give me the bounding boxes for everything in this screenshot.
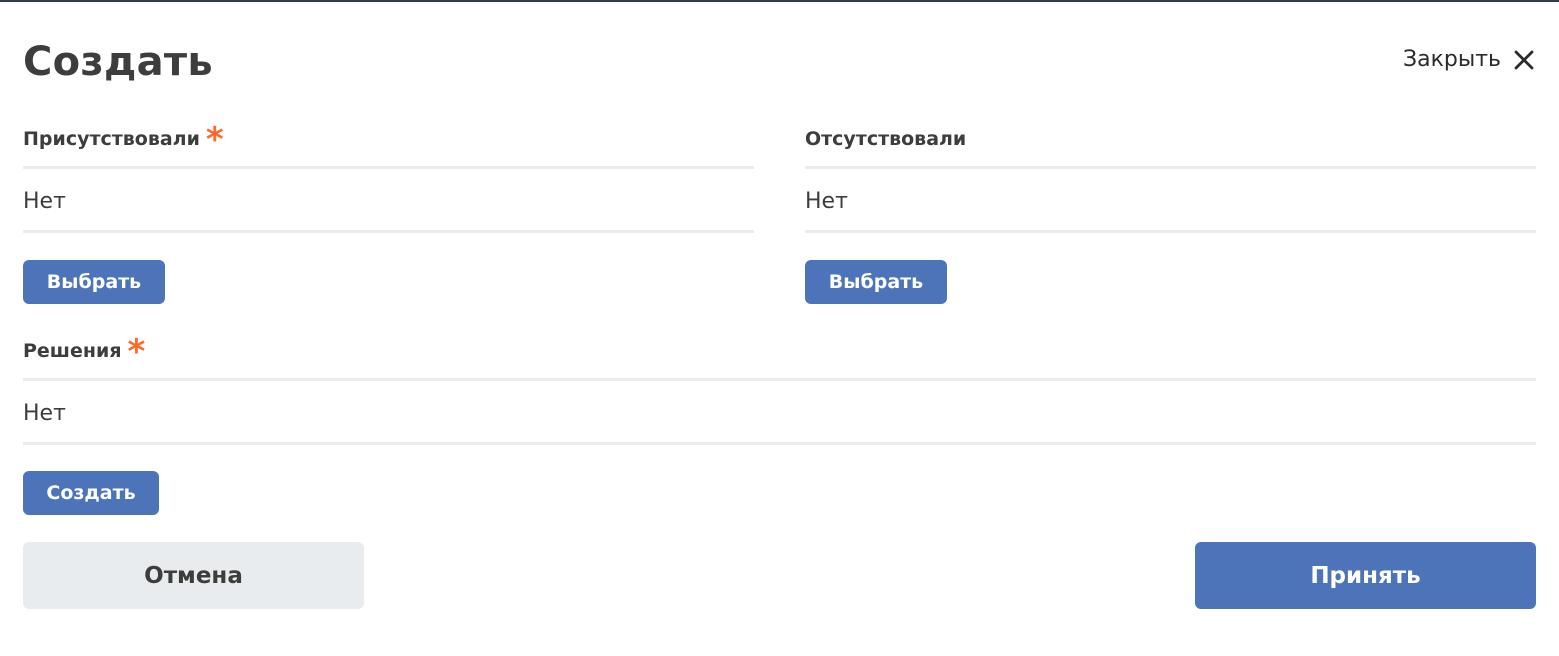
present-label-text: Присутствовали xyxy=(23,128,200,150)
absent-field-value: Нет xyxy=(805,189,848,214)
create-dialog: Создать Закрыть Присутствовали * Нет Выбр… xyxy=(0,2,1559,656)
absent-field-label: Отсутствовали xyxy=(805,127,966,151)
present-select-button[interactable]: Выбрать xyxy=(23,260,165,304)
accept-button[interactable]: Принять xyxy=(1195,542,1536,609)
close-button[interactable]: Закрыть xyxy=(1403,46,1535,74)
present-field-bottom-divider xyxy=(23,230,754,233)
decisions-field-value: Нет xyxy=(23,401,66,426)
decisions-field-label: Решения * xyxy=(23,335,145,369)
absent-field-top-divider xyxy=(805,166,1536,169)
absent-field-bottom-divider xyxy=(805,230,1536,233)
cancel-button[interactable]: Отмена xyxy=(23,542,364,609)
decisions-label-text: Решения xyxy=(23,340,122,362)
close-label: Закрыть xyxy=(1403,47,1501,72)
present-field-top-divider xyxy=(23,166,754,169)
decisions-field-bottom-divider xyxy=(23,442,1536,445)
absent-label-text: Отсутствовали xyxy=(805,128,967,150)
absent-select-button[interactable]: Выбрать xyxy=(805,260,947,304)
decisions-field-top-divider xyxy=(23,378,1536,381)
present-field-label: Присутствовали * xyxy=(23,123,224,157)
close-icon xyxy=(1514,50,1534,70)
decisions-create-button[interactable]: Создать xyxy=(23,471,159,515)
required-marker: * xyxy=(205,120,224,160)
required-marker: * xyxy=(127,332,146,372)
dialog-title: Создать xyxy=(23,39,213,85)
present-field-value: Нет xyxy=(23,189,66,214)
